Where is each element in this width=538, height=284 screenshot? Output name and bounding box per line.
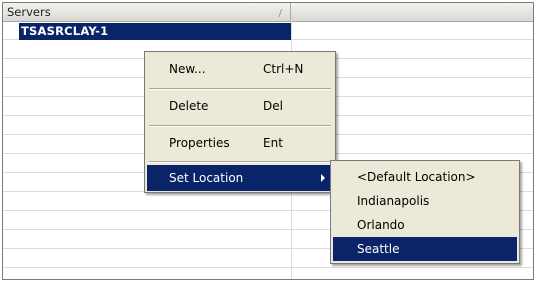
column-header-servers[interactable]: Servers / — [3, 3, 291, 21]
submenu-item-indianapolis[interactable]: Indianapolis — [333, 189, 517, 213]
submenu-arrow-icon — [321, 174, 325, 182]
context-menu: New... Ctrl+N Delete Del Properties Ent … — [144, 51, 336, 193]
submenu-item-orlando[interactable]: Orlando — [333, 213, 517, 237]
submenu-item-default-location[interactable]: <Default Location> — [333, 165, 517, 189]
list-header: Servers / — [3, 3, 533, 22]
menu-separator — [149, 161, 331, 163]
menu-item-set-location[interactable]: Set Location — [147, 165, 333, 191]
menu-item-delete-shortcut: Del — [263, 99, 283, 113]
menu-item-set-location-label: Set Location — [169, 171, 244, 185]
menu-item-delete-label: Delete — [169, 99, 209, 113]
menu-item-properties-label: Properties — [169, 136, 230, 150]
column-header-2[interactable] — [291, 3, 533, 21]
server-cell-selected[interactable]: TSASRCLAY-1 — [19, 23, 291, 40]
menu-item-properties-shortcut: Ent — [263, 136, 283, 150]
menu-item-properties[interactable]: Properties Ent — [147, 130, 333, 156]
location-submenu: <Default Location> Indianapolis Orlando … — [330, 160, 520, 264]
menu-item-new-shortcut: Ctrl+N — [263, 62, 304, 76]
menu-item-delete[interactable]: Delete Del — [147, 93, 333, 119]
menu-separator — [149, 88, 331, 90]
menu-item-new-label: New... — [169, 62, 206, 76]
column-header-servers-label: Servers — [7, 5, 51, 19]
menu-separator — [149, 125, 331, 127]
submenu-item-seattle[interactable]: Seattle — [333, 237, 517, 261]
menu-item-new[interactable]: New... Ctrl+N — [147, 56, 333, 82]
